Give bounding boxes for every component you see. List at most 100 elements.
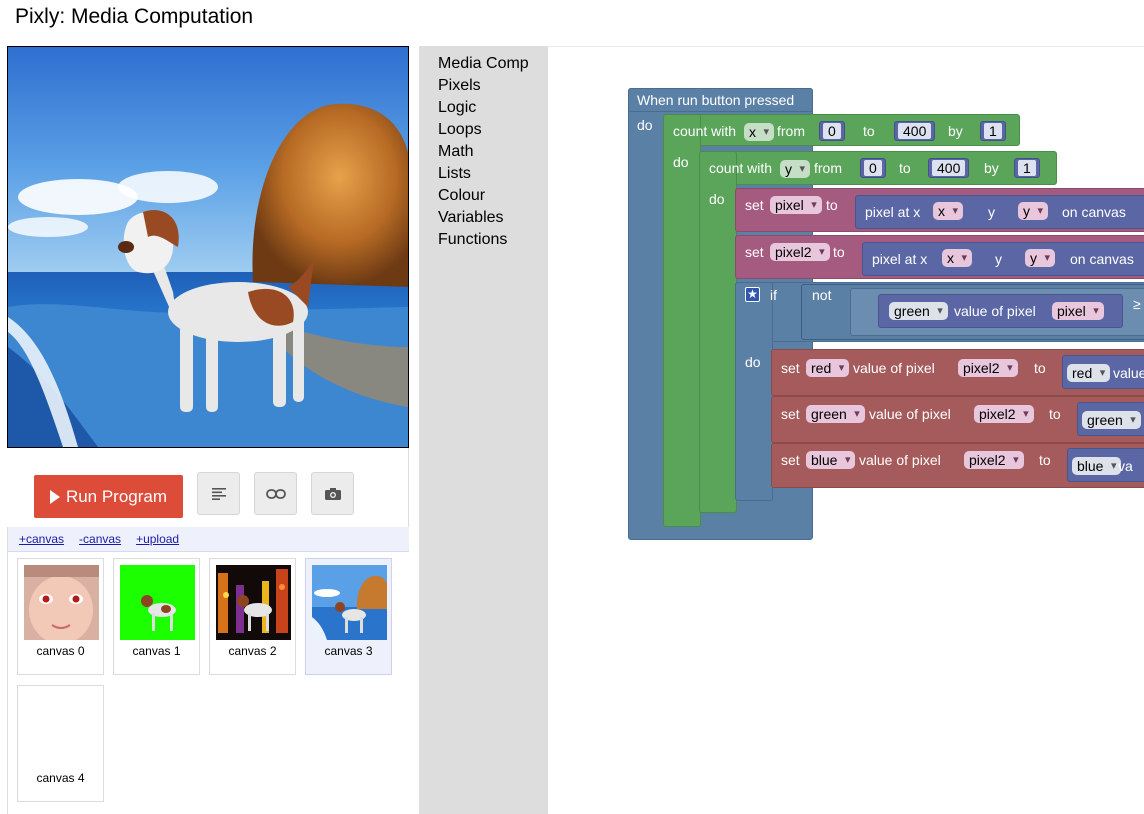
if-block-body[interactable] (735, 282, 773, 501)
toolbox-category-variables[interactable]: Variables (419, 207, 548, 229)
loop-y-step-input[interactable]: 1 (1014, 158, 1040, 178)
canvas-thumb-4[interactable]: canvas 4 (17, 685, 104, 802)
pixel-at-y-label: y (988, 204, 995, 220)
toolbox-category-pixels[interactable]: Pixels (419, 75, 548, 97)
set-green-value-of-label: value of pixel (869, 406, 951, 422)
canvas-thumb-1[interactable]: canvas 1 (113, 558, 200, 675)
canvas-toolbar: +canvas -canvas +upload (8, 527, 409, 552)
upload-link[interactable]: +upload (136, 532, 179, 546)
set-blue-channel-dropdown[interactable]: blue (806, 451, 856, 469)
dog-city-image (216, 565, 291, 640)
set-red-to-label: to (1034, 360, 1046, 376)
canvas-thumb-label: canvas 3 (324, 644, 373, 658)
set-pixel2-var-dropdown[interactable]: pixel2 (770, 243, 830, 261)
value-of-pixel-label: value of pixel (954, 303, 1036, 319)
play-icon (49, 489, 60, 504)
if-do-label: do (745, 354, 761, 370)
canvas-panel: +canvas -canvas +upload canvas 0 canvas … (7, 527, 409, 814)
loop-y-end-input[interactable]: 400 (928, 158, 970, 178)
not-label: not (812, 287, 832, 303)
set-red-channel-dropdown[interactable]: red (806, 359, 850, 377)
toolbox-category-media-comp[interactable]: Media Comp (419, 53, 548, 75)
pixel-at-label-2: pixel at x (872, 251, 928, 267)
link-icon (265, 488, 286, 499)
main-canvas (7, 46, 409, 448)
run-program-label: Run Program (65, 486, 168, 506)
share-link-button[interactable] (254, 472, 297, 515)
canvas-thumb-label: canvas 1 (132, 644, 181, 658)
code-view-button[interactable] (197, 472, 240, 515)
pixel-at-x-dropdown-2[interactable]: x (942, 249, 972, 267)
loop-y-label: count with (709, 160, 773, 176)
set-green-pixel-dropdown[interactable]: pixel2 (974, 405, 1034, 423)
canvas-thumb-2[interactable]: canvas 2 (209, 558, 296, 675)
set-red-value-of-label: value of pixel (853, 360, 935, 376)
red-source-channel-dropdown[interactable]: red (1067, 364, 1111, 382)
pixel-at-y-dropdown[interactable]: y (1018, 202, 1048, 220)
snapshot-button[interactable] (311, 472, 354, 515)
toolbox-category-loops[interactable]: Loops (419, 119, 548, 141)
green-source-channel-dropdown[interactable]: green (1082, 411, 1141, 429)
pixel-at-x-dropdown[interactable]: x (933, 202, 963, 220)
loop-x-end-input[interactable]: 400 (894, 121, 936, 141)
set-blue-to-label: to (1039, 452, 1051, 468)
blue-source-channel-dropdown[interactable]: blue (1072, 457, 1122, 475)
event-do-label: do (637, 117, 653, 133)
channel-dropdown-green[interactable]: green (889, 302, 948, 320)
toolbox-category-colour[interactable]: Colour (419, 185, 548, 207)
canvas-thumb-label: canvas 2 (228, 644, 277, 658)
set-pixel-var-dropdown[interactable]: pixel (770, 196, 822, 214)
canvas-thumb-0[interactable]: canvas 0 (17, 558, 104, 675)
pixel-at-label: pixel at x (865, 204, 921, 220)
canvas-thumb-3[interactable]: canvas 3 (305, 558, 392, 675)
event-header-label: When run button pressed (637, 92, 795, 108)
loop-x-block[interactable] (663, 114, 701, 527)
pixel-at-canvas-label: on canvas (1062, 204, 1126, 220)
toolbox-category-logic[interactable]: Logic (419, 97, 548, 119)
loop-y-from-label: from (814, 160, 842, 176)
set-green-channel-dropdown[interactable]: green (806, 405, 865, 423)
loop-x-var-dropdown[interactable]: x (744, 123, 774, 141)
set-green-set-label: set (781, 406, 800, 422)
loop-y-var-dropdown[interactable]: y (780, 160, 810, 178)
blue-source-value-label: va (1118, 458, 1133, 474)
baby-portrait-image (24, 565, 99, 640)
set-pixel2-set-label: set (745, 244, 764, 260)
loop-x-by-label: by (948, 123, 963, 139)
set-blue-pixel-dropdown[interactable]: pixel2 (964, 451, 1024, 469)
pixel-at-y-dropdown-2[interactable]: y (1025, 249, 1055, 267)
dog-green-image (120, 565, 195, 640)
mutator-star-icon[interactable]: ★ (745, 287, 760, 302)
loop-y-to-label: to (899, 160, 911, 176)
set-blue-set-label: set (781, 452, 800, 468)
loop-x-do-label: do (673, 154, 689, 170)
block-workspace[interactable]: When run button pressed do count with x … (548, 46, 1144, 814)
loop-x-step-input[interactable]: 1 (980, 121, 1006, 141)
if-pixel-dropdown[interactable]: pixel (1052, 302, 1104, 320)
loop-y-by-label: by (984, 160, 999, 176)
if-label: if (770, 287, 777, 303)
set-red-pixel-dropdown[interactable]: pixel2 (958, 359, 1018, 377)
loop-x-label: count with (673, 123, 737, 139)
blank-canvas-image (24, 692, 99, 767)
loop-y-start-input[interactable]: 0 (860, 158, 886, 178)
loop-y-do-label: do (709, 191, 725, 207)
set-green-to-label: to (1049, 406, 1061, 422)
set-blue-value-of-label: value of pixel (859, 452, 941, 468)
add-canvas-link[interactable]: +canvas (19, 532, 64, 546)
run-program-button[interactable]: Run Program (34, 475, 183, 518)
code-view-icon (211, 487, 226, 500)
pixel-at-y-label-2: y (995, 251, 1002, 267)
block-toolbox: Media Comp Pixels Logic Loops Math Lists… (419, 46, 548, 814)
set-pixel-set-label: set (745, 197, 764, 213)
toolbox-category-math[interactable]: Math (419, 141, 548, 163)
toolbox-category-functions[interactable]: Functions (419, 229, 548, 251)
loop-x-start-input[interactable]: 0 (819, 121, 845, 141)
canvas-thumb-label: canvas 4 (36, 771, 85, 785)
red-source-value-label: value (1113, 365, 1144, 381)
toolbox-category-lists[interactable]: Lists (419, 163, 548, 185)
canvas-thumb-label: canvas 0 (36, 644, 85, 658)
remove-canvas-link[interactable]: -canvas (79, 532, 121, 546)
set-pixel-to-label: to (826, 197, 838, 213)
set-pixel2-to-label: to (833, 244, 845, 260)
